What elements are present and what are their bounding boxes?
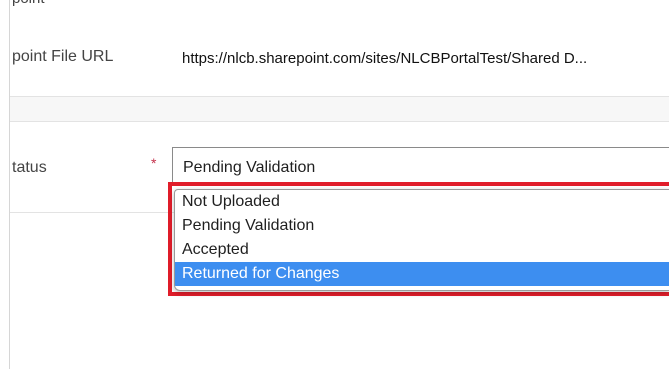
cut-off-field-label: point [12, 0, 45, 7]
option-returned-for-changes[interactable]: Returned for Changes [175, 262, 669, 286]
form-panel: point point File URL https://nlcb.sharep… [0, 0, 669, 369]
sharepoint-file-url-label: point File URL [12, 48, 114, 65]
option-not-uploaded[interactable]: Not Uploaded [175, 190, 669, 214]
section-divider [10, 97, 669, 121]
panel-left-border [9, 0, 10, 369]
option-pending-validation[interactable]: Pending Validation [175, 214, 669, 238]
option-accepted[interactable]: Accepted [175, 238, 669, 262]
status-select[interactable]: Pending Validation [172, 147, 669, 183]
status-label: tatus [12, 159, 47, 176]
sharepoint-file-url-value: https://nlcb.sharepoint.com/sites/NLCBPo… [182, 50, 588, 67]
status-dropdown-list: Not Uploaded Pending Validation Accepted… [174, 189, 669, 291]
required-indicator: * [151, 155, 157, 171]
status-select-value: Pending Validation [183, 159, 316, 176]
